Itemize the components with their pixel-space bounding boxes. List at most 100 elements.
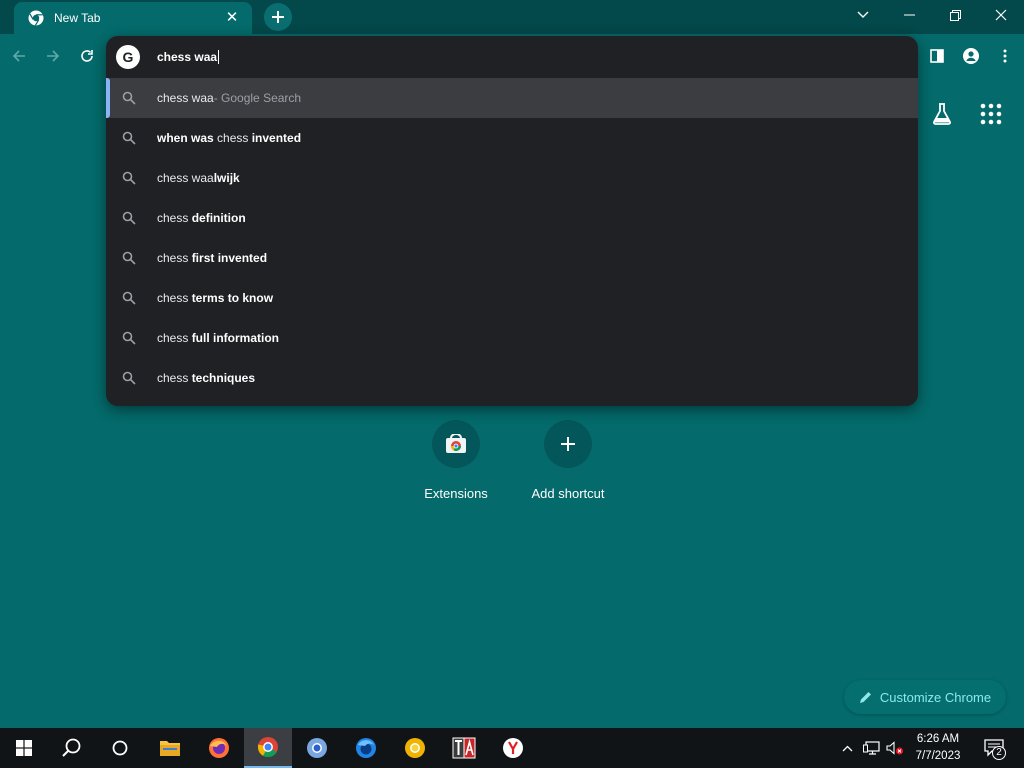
tab-title: New Tab [54,11,101,25]
shortcut-extensions[interactable]: Extensions [400,420,512,501]
taskbar-firefox[interactable] [195,728,243,768]
chrome-canary-icon [405,738,425,758]
taskbar-chrome[interactable] [244,728,292,768]
tab-new-tab[interactable]: New Tab ✕ [14,2,252,34]
network-button[interactable] [860,728,882,768]
windows-logo-icon [16,740,32,756]
ta-app-icon [452,737,476,759]
search-taskbar-button[interactable] [48,728,96,768]
minimize-button[interactable] [886,0,932,30]
search-icon [122,91,136,105]
search-icon [122,251,136,265]
clock-date: 7/7/2023 [915,750,961,762]
taskbar-app-ta[interactable] [440,728,488,768]
volume-muted-icon [886,741,904,755]
chevron-up-icon [842,745,852,751]
cortana-icon [112,740,128,756]
suggestion-bold: terms to know [191,291,274,305]
suggestion-suffix: - Google Search [213,91,302,105]
side-panel-button[interactable] [925,44,949,68]
notification-count-badge: 2 [992,746,1006,760]
back-button[interactable] [7,44,31,68]
suggestion-list: chess waa - Google Search when was chess… [106,78,918,398]
firefox-icon [209,738,229,758]
menu-button[interactable] [993,44,1017,68]
close-window-button[interactable] [978,0,1024,30]
suggestion-item[interactable]: chess techniques [106,358,918,398]
search-icon [122,371,136,385]
new-tab-button[interactable] [264,3,292,31]
plus-icon [561,437,575,451]
suggestion-bold: when was [157,131,214,145]
taskbar-firefox-developer[interactable] [342,728,390,768]
profile-button[interactable] [959,44,983,68]
firefox-developer-icon [356,738,376,758]
search-icon [62,738,81,757]
chrome-icon [28,10,44,26]
search-icon [122,171,136,185]
restore-button[interactable] [932,0,978,30]
suggestion-item[interactable]: chess terms to know [106,278,918,318]
shortcut-tile[interactable] [432,420,480,468]
taskbar-canary[interactable] [391,728,439,768]
suggestion-bold: invented [251,131,302,145]
chrome-labs-button[interactable] [930,102,954,126]
arrow-left-icon [12,50,25,62]
chromium-icon [307,738,327,758]
show-hidden-icons-button[interactable] [838,728,856,768]
close-icon[interactable]: ✕ [224,10,240,26]
customize-chrome-button[interactable]: Customize Chrome [844,680,1006,714]
taskbar-yandex[interactable] [489,728,537,768]
shortcut-label: Extensions [424,486,488,501]
volume-button[interactable] [884,728,906,768]
taskbar: 6:26 AM 7/7/2023 2 [0,728,1024,768]
clock-time: 6:26 AM [916,733,960,745]
action-center-button[interactable]: 2 [978,728,1010,768]
more-vert-icon [1003,49,1007,63]
suggestion-item[interactable]: chess first invented [106,238,918,278]
system-clock[interactable]: 6:26 AM 7/7/2023 [904,731,972,765]
suggestion-item[interactable]: chess waa lwijk [106,158,918,198]
shortcut-tile[interactable] [544,420,592,468]
suggestion-text: chess [157,251,192,265]
reload-button[interactable] [75,44,99,68]
taskbar-chromium[interactable] [293,728,341,768]
profile-icon [963,48,979,64]
suggestion-item[interactable]: chess waa - Google Search [106,78,918,118]
tab-search-button[interactable] [840,0,886,30]
forward-button[interactable] [41,44,65,68]
close-icon [995,9,1007,21]
reload-icon [81,50,93,62]
plus-icon [272,11,284,23]
network-icon [862,741,880,755]
restore-icon [949,9,961,21]
chrome-web-store-icon [446,434,466,453]
suggestion-text: chess [157,211,192,225]
suggestion-bold: definition [191,211,246,225]
suggestion-text: chess waa [157,171,214,185]
engine-badge-letter: G [122,49,134,65]
shortcut-add[interactable]: Add shortcut [512,420,624,501]
suggestion-bold: full information [191,331,280,345]
search-icon [122,131,136,145]
omnibox-value: chess waa [157,49,218,64]
folder-icon [160,741,180,756]
suggestion-bold: techniques [191,371,256,385]
omnibox-input[interactable]: G chess waa [106,36,918,78]
suggestion-text: chess [213,131,252,145]
suggestion-item[interactable]: when was chess invented [106,118,918,158]
search-icon [122,211,136,225]
suggestion-text: chess [157,331,192,345]
suggestion-item[interactable]: chess full information [106,318,918,358]
suggestion-text: chess waa [157,91,214,105]
suggestion-text: chess [157,371,192,385]
start-button[interactable] [0,728,48,768]
suggestion-text: chess [157,291,192,305]
apps-grid-icon [980,103,1002,125]
arrow-right-icon [47,50,60,62]
taskbar-file-explorer[interactable] [146,728,194,768]
suggestion-item[interactable]: chess definition [106,198,918,238]
omnibox-text[interactable]: chess waa [157,49,220,65]
google-apps-button[interactable] [980,103,1002,125]
cortana-button[interactable] [96,728,144,768]
